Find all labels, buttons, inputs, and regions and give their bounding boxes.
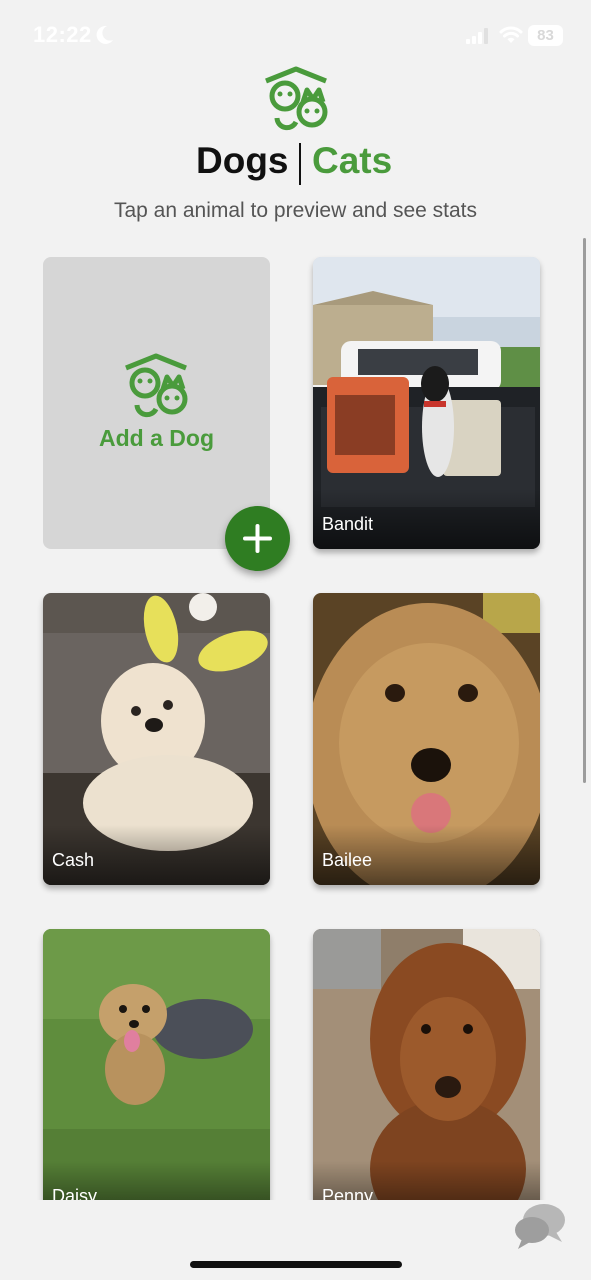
animal-card-daisy[interactable]: Daisy [43,929,270,1200]
animal-grid[interactable]: Add a Dog Bandit Cash Bailee Daisy Penny [0,240,591,1200]
wifi-icon [499,25,523,49]
animal-photo [43,929,270,1200]
animal-card-penny[interactable]: Penny [313,929,540,1200]
chat-bubbles-icon[interactable] [512,1202,568,1256]
add-dog-button[interactable] [225,506,290,571]
animal-name: Daisy [52,1186,98,1200]
animal-name: Penny [322,1186,374,1200]
tab-cats[interactable]: Cats [312,140,392,182]
animal-card-cash[interactable]: Cash [43,593,270,885]
tab-divider [299,143,301,185]
animal-name: Cash [52,850,95,870]
cellular-signal-icon [466,28,488,48]
status-bar: 12:22 83 [0,0,591,70]
tab-dogs[interactable]: Dogs [196,140,289,182]
plus-icon [243,524,272,553]
add-dog-label: Add a Dog [99,425,214,451]
add-dog-card[interactable]: Add a Dog [43,257,270,549]
dog-cat-house-logo-icon [123,353,189,423]
moon-icon [95,24,115,50]
home-indicator[interactable] [190,1261,402,1268]
animal-card-bandit[interactable]: Bandit [313,257,540,549]
animal-name: Bailee [322,850,373,870]
animal-name: Bandit [322,514,374,534]
scrollbar[interactable] [583,238,586,783]
screen: 12:22 83 Dogs Cats Tap an animal to prev… [0,0,591,1280]
bottom-bar [0,1200,591,1280]
animal-photo [313,929,540,1200]
status-time: 12:22 [33,22,92,47]
battery-icon: 83 [528,25,563,46]
page-subtitle: Tap an animal to preview and see stats [113,199,478,222]
dog-cat-house-logo-icon [263,66,329,136]
animal-type-switch: Dogs Cats [0,138,591,188]
animal-card-bailee[interactable]: Bailee [313,593,540,885]
